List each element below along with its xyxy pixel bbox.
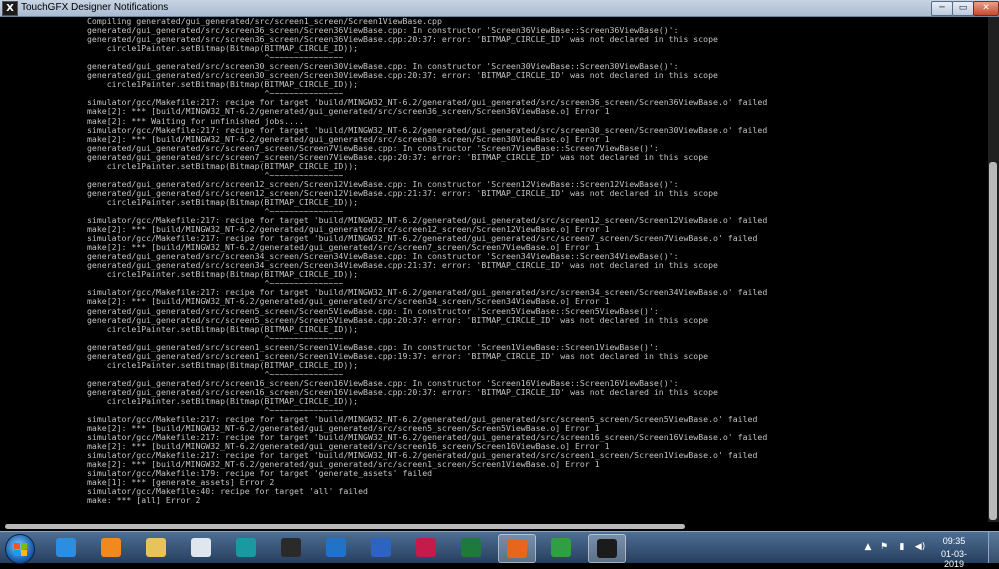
console-line: make: *** [all] Error 2 — [87, 495, 201, 506]
blue-a-app-icon — [371, 538, 391, 557]
excel-icon — [461, 538, 481, 557]
window-title-bar[interactable]: X TouchGFX Designer Notifications ─ ▭ ✕ — [0, 0, 999, 17]
windows-logo-yellow — [21, 550, 27, 556]
horizontal-scrollbar[interactable] — [0, 522, 999, 531]
taskbar-button-media-player[interactable] — [93, 534, 129, 561]
file-explorer-icon — [146, 538, 166, 557]
windows-logo-red — [14, 543, 20, 549]
show-desktop-button[interactable] — [988, 532, 999, 563]
raspberry-icon — [416, 538, 436, 557]
clock-time[interactable]: 09:35 — [934, 536, 974, 546]
action-center-flag-icon[interactable]: ⚑ — [879, 542, 889, 552]
taskbar-button-raspberry[interactable] — [408, 534, 444, 561]
taskbar-button-blue-a-app[interactable] — [363, 534, 399, 561]
window-title: TouchGFX Designer Notifications — [21, 2, 169, 13]
volume-icon[interactable]: ◀) — [913, 542, 927, 552]
internet-explorer-icon — [56, 538, 76, 557]
horizontal-scrollbar-thumb[interactable] — [5, 524, 685, 529]
clock-date[interactable]: 01-03-2019 — [934, 549, 974, 569]
show-hidden-icons-icon[interactable]: ▲ — [863, 542, 873, 552]
console-output[interactable]: Compiling generated/gui_generated/src/sc… — [0, 17, 988, 522]
taskbar-button-firefox[interactable] — [498, 534, 536, 563]
network-icon[interactable]: ▮ — [897, 542, 907, 552]
keyboard-icon — [191, 538, 211, 557]
taskbar-button-green-v-app[interactable] — [543, 534, 579, 561]
taskbar-button-keyboard[interactable] — [183, 534, 219, 561]
taskbar-button-file-explorer[interactable] — [138, 534, 174, 561]
media-player-icon — [101, 538, 121, 557]
windows-logo-green — [21, 543, 27, 549]
maximize-button[interactable]: ▭ — [952, 1, 974, 16]
taskbar-button-blue-n-app[interactable] — [318, 534, 354, 561]
touchgfx-app-icon: X — [2, 1, 18, 16]
taskbar-button-touchgfx[interactable] — [588, 534, 626, 563]
taskbar-button-terminal[interactable] — [273, 534, 309, 561]
taskbar-button-arduino[interactable] — [228, 534, 264, 561]
taskbar: ▲ ⚑ ▮ ◀) 09:35 01-03-2019 — [0, 531, 999, 569]
terminal-icon — [281, 538, 301, 557]
console-lines: Compiling generated/gui_generated/src/sc… — [87, 17, 767, 506]
minimize-button[interactable]: ─ — [931, 1, 953, 16]
firefox-icon — [507, 539, 527, 558]
taskbar-button-excel[interactable] — [453, 534, 489, 561]
taskbar-button-internet-explorer[interactable] — [48, 534, 84, 561]
start-button[interactable] — [5, 534, 35, 564]
windows-logo-blue — [14, 550, 20, 556]
blue-n-app-icon — [326, 538, 346, 557]
touchgfx-icon — [597, 539, 617, 558]
vertical-scrollbar-thumb[interactable] — [989, 162, 997, 520]
arduino-icon — [236, 538, 256, 557]
vertical-scrollbar[interactable] — [988, 17, 999, 522]
close-button[interactable]: ✕ — [973, 1, 999, 16]
green-v-app-icon — [551, 538, 571, 557]
